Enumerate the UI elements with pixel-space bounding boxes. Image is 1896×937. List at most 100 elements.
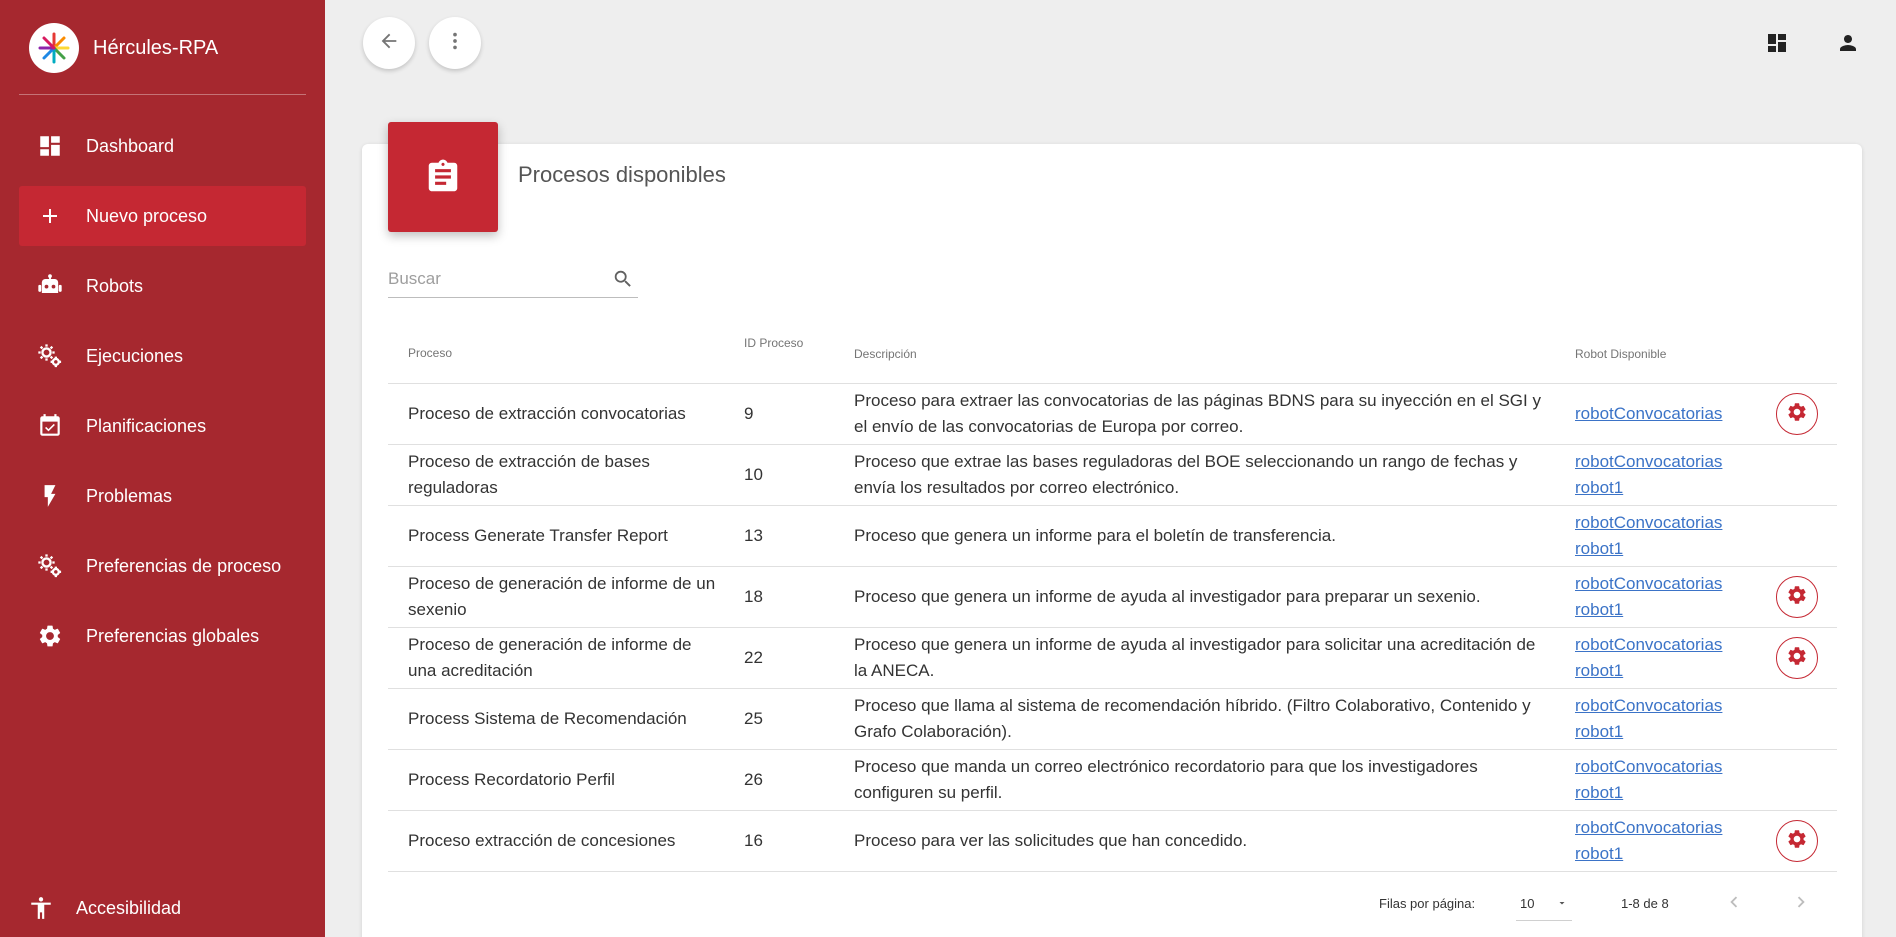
table-row[interactable]: Proceso de extracción convocatorias 9 Pr… — [388, 384, 1837, 445]
process-name: Process Sistema de Recomendación — [408, 709, 687, 728]
robot-link[interactable]: robot1 — [1575, 658, 1745, 684]
search-input[interactable] — [388, 262, 598, 296]
process-description: Proceso que llama al sistema de recomend… — [854, 696, 1531, 741]
gear-icon — [35, 621, 65, 651]
robot-list: robotConvocatorias robot1 — [1575, 754, 1745, 806]
robot-link[interactable]: robotConvocatorias — [1575, 754, 1745, 780]
process-name: Proceso de extracción convocatorias — [408, 404, 686, 423]
sidebar-item-label: Robots — [86, 275, 144, 296]
process-id: 10 — [744, 465, 763, 484]
process-name: Proceso de generación de informe de una … — [408, 635, 692, 680]
sidebar-item-label: Preferencias de proceso — [86, 555, 282, 576]
process-description: Proceso para ver las solicitudes que han… — [854, 831, 1248, 850]
table-row[interactable]: Process Generate Transfer Report 13 Proc… — [388, 506, 1837, 567]
process-settings-button[interactable] — [1776, 637, 1818, 679]
table-row[interactable]: Proceso de extracción de bases regulador… — [388, 445, 1837, 506]
caret-down-icon — [1556, 897, 1568, 912]
sidebar-item-accesibilidad[interactable]: Accesibilidad — [26, 879, 181, 937]
process-id: 25 — [744, 709, 763, 728]
robot-list: robotConvocatorias — [1575, 401, 1745, 427]
sidebar-divider — [19, 94, 306, 95]
robot-icon — [35, 271, 65, 301]
process-id: 13 — [744, 526, 763, 545]
plus-icon — [35, 201, 65, 231]
header-id[interactable]: ID Proceso — [744, 336, 803, 350]
process-id: 22 — [744, 648, 763, 667]
table-row[interactable]: Proceso extracción de concesiones 16 Pro… — [388, 811, 1837, 872]
search-icon[interactable] — [612, 268, 634, 295]
process-name: Proceso extracción de concesiones — [408, 831, 676, 850]
sidebar-item-preferencias-globales[interactable]: Preferencias globales — [19, 606, 306, 666]
gears-icon — [35, 551, 65, 581]
app-title: Hércules-RPA — [93, 36, 219, 59]
robot-list: robotConvocatorias robot1 — [1575, 632, 1745, 684]
robot-link[interactable]: robotConvocatorias — [1575, 510, 1745, 536]
process-name: Process Generate Transfer Report — [408, 526, 668, 545]
header-process[interactable]: Proceso — [408, 346, 452, 360]
robot-link[interactable]: robot1 — [1575, 475, 1745, 501]
process-name: Proceso de extracción de bases regulador… — [408, 452, 650, 497]
dashboard-shortcut-icon[interactable] — [1763, 29, 1791, 57]
gear-icon — [1786, 584, 1808, 611]
process-settings-button[interactable] — [1776, 820, 1818, 862]
rows-per-page-select[interactable]: 10 — [1516, 885, 1572, 921]
robot-link[interactable]: robot1 — [1575, 536, 1745, 562]
sidebar-item-preferencias-proceso[interactable]: Preferencias de proceso — [19, 536, 306, 596]
robot-link[interactable]: robot1 — [1575, 841, 1745, 867]
robot-link[interactable]: robotConvocatorias — [1575, 571, 1745, 597]
robot-link[interactable]: robotConvocatorias — [1575, 693, 1745, 719]
process-id: 16 — [744, 831, 763, 850]
calendar-check-icon — [35, 411, 65, 441]
back-button[interactable] — [363, 17, 415, 69]
process-description: Proceso que genera un informe de ayuda a… — [854, 587, 1481, 606]
sidebar-item-label: Preferencias globales — [86, 625, 260, 646]
brand[interactable]: Hércules-RPA — [0, 0, 325, 96]
process-description: Proceso que genera un informe para el bo… — [854, 526, 1336, 545]
accessibility-icon — [26, 893, 56, 923]
robot-list: robotConvocatorias robot1 — [1575, 510, 1745, 562]
process-settings-button[interactable] — [1776, 393, 1818, 435]
processes-table: Proceso ID Proceso Descripción Robot Dis… — [388, 320, 1837, 872]
gear-icon — [1786, 828, 1808, 855]
header-description[interactable]: Descripción — [854, 347, 917, 361]
sidebar-item-nuevo-proceso[interactable]: Nuevo proceso — [19, 186, 306, 246]
robot-link[interactable]: robot1 — [1575, 597, 1745, 623]
table-row[interactable]: Process Recordatorio Perfil 26 Proceso q… — [388, 750, 1837, 811]
sidebar-item-planificaciones[interactable]: Planificaciones — [19, 396, 306, 456]
process-description: Proceso que genera un informe de ayuda a… — [854, 635, 1536, 680]
process-settings-button[interactable] — [1776, 576, 1818, 618]
sidebar-item-problemas[interactable]: Problemas — [19, 466, 306, 526]
sidebar-item-robots[interactable]: Robots — [19, 256, 306, 316]
robot-link[interactable]: robotConvocatorias — [1575, 401, 1745, 427]
gear-icon — [1786, 645, 1808, 672]
arrow-back-icon — [378, 30, 400, 57]
table-header: Proceso ID Proceso Descripción Robot Dis… — [388, 320, 1837, 384]
page-range: 1-8 de 8 — [1621, 896, 1669, 911]
sidebar-nav: Dashboard Nuevo proceso Robots Ejecucion… — [19, 116, 306, 676]
robot-list: robotConvocatorias robot1 — [1575, 693, 1745, 745]
chevron-left-icon[interactable] — [1723, 891, 1745, 916]
table-row[interactable]: Process Sistema de Recomendación 25 Proc… — [388, 689, 1837, 750]
robot-link[interactable]: robot1 — [1575, 780, 1745, 806]
sidebar-item-ejecuciones[interactable]: Ejecuciones — [19, 326, 306, 386]
robot-link[interactable]: robotConvocatorias — [1575, 815, 1745, 841]
robot-link[interactable]: robot1 — [1575, 719, 1745, 745]
robot-link[interactable]: robotConvocatorias — [1575, 449, 1745, 475]
sidebar-item-dashboard[interactable]: Dashboard — [19, 116, 306, 176]
more-options-button[interactable] — [429, 17, 481, 69]
header-robot[interactable]: Robot Disponible — [1575, 347, 1666, 361]
robot-link[interactable]: robotConvocatorias — [1575, 632, 1745, 658]
process-description: Proceso para extraer las convocatorias d… — [854, 391, 1541, 436]
process-name: Process Recordatorio Perfil — [408, 770, 615, 789]
sidebar-item-label: Nuevo proceso — [86, 205, 208, 226]
chevron-right-icon[interactable] — [1790, 891, 1812, 916]
table-row[interactable]: Proceso de generación de informe de un s… — [388, 567, 1837, 628]
pagination: Filas por página: 10 1-8 de 8 — [1370, 885, 1820, 921]
page-title: Procesos disponibles — [518, 162, 726, 187]
user-account-icon[interactable] — [1834, 29, 1862, 57]
sidebar-item-label: Dashboard — [86, 135, 175, 156]
robot-list: robotConvocatorias robot1 — [1575, 571, 1745, 623]
sidebar-item-label: Planificaciones — [86, 415, 207, 436]
table-row[interactable]: Proceso de generación de informe de una … — [388, 628, 1837, 689]
sidebar-item-label: Problemas — [86, 485, 173, 506]
